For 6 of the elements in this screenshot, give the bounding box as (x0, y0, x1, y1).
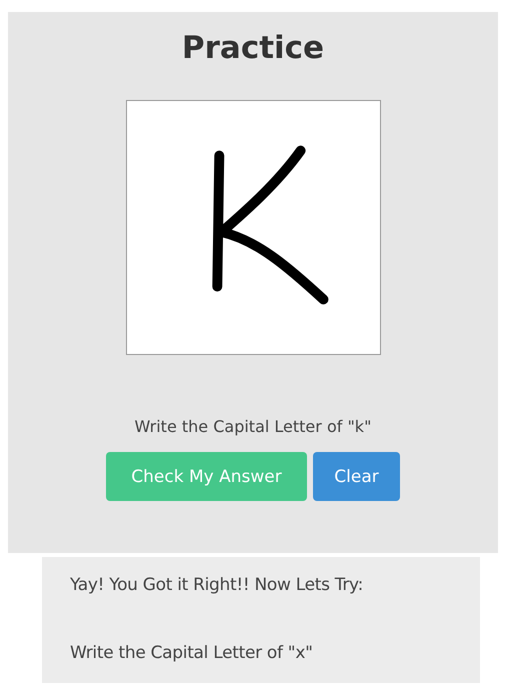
prompt-text: Write the Capital Letter of "k" (134, 417, 372, 436)
page-title: Practice (182, 30, 324, 66)
feedback-message: Yay! You Got it Right!! Now Lets Try: (70, 575, 364, 595)
check-answer-button[interactable]: Check My Answer (106, 452, 307, 501)
next-prompt-text: Write the Capital Letter of "x" (70, 643, 314, 663)
clear-button[interactable]: Clear (313, 452, 400, 501)
